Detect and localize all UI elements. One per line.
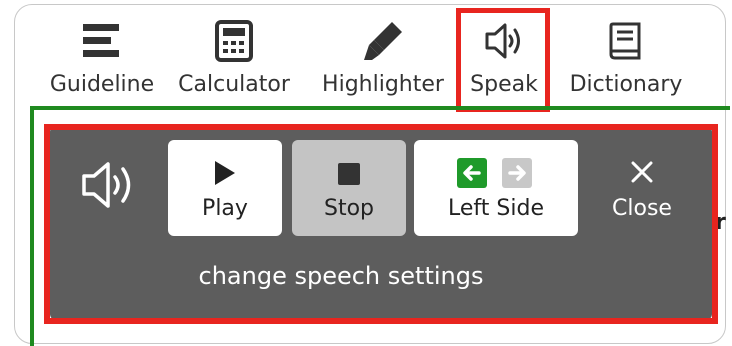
guideline-label: Guideline — [49, 72, 155, 97]
speak-button-highlight — [456, 8, 550, 112]
calculator-label: Calculator — [178, 72, 290, 97]
highlighter-icon — [364, 22, 402, 60]
highlighter-label: Highlighter — [322, 72, 444, 97]
speech-panel-highlight — [44, 124, 718, 324]
dictionary-label: Dictionary — [569, 72, 683, 97]
book-icon — [609, 22, 641, 60]
guideline-button[interactable]: Guideline — [42, 8, 162, 108]
calculator-icon — [215, 20, 253, 62]
dictionary-button[interactable]: Dictionary — [560, 8, 692, 108]
calculator-button[interactable]: Calculator — [170, 8, 298, 108]
highlighter-button[interactable]: Highlighter — [312, 8, 454, 108]
guideline-icon — [83, 24, 119, 57]
